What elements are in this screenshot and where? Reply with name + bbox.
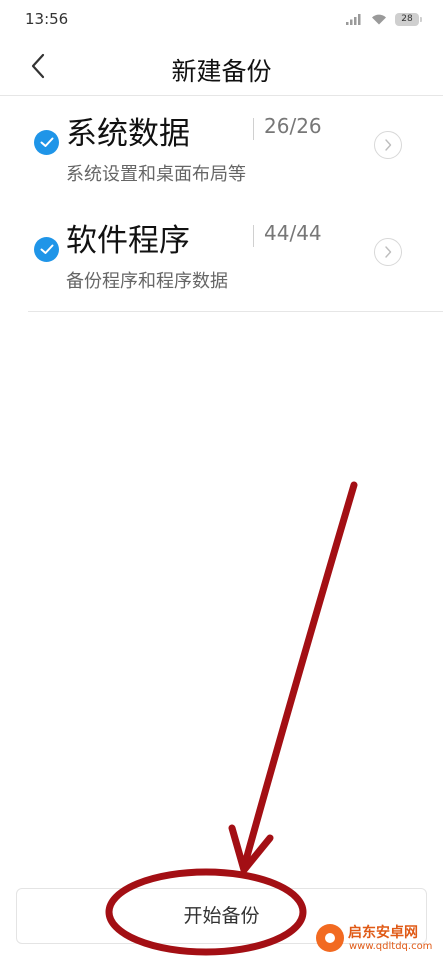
watermark-url: www.qdltdq.com xyxy=(349,941,433,952)
checkbox-checked-icon[interactable] xyxy=(34,130,59,155)
watermark: 启东安卓网 www.qdltdq.com xyxy=(316,922,442,956)
item-separator xyxy=(253,225,254,247)
backup-item-count: 44/44 xyxy=(264,221,322,245)
backup-item-name: 系统数据 xyxy=(66,116,190,152)
watermark-name: 启东安卓网 xyxy=(348,925,418,941)
status-time: 13:56 xyxy=(25,10,69,28)
chevron-right-icon[interactable] xyxy=(374,238,402,266)
backup-item-software[interactable]: 软件程序 44/44 备份程序和程序数据 xyxy=(28,205,443,311)
header-divider xyxy=(0,95,443,96)
checkbox-checked-icon[interactable] xyxy=(34,237,59,262)
list-divider xyxy=(28,311,443,312)
battery-icon: 28 xyxy=(395,12,422,26)
annotation-arrow xyxy=(242,481,358,864)
backup-item-description: 系统设置和桌面布局等 xyxy=(66,164,246,185)
annotation-arrowhead xyxy=(228,824,274,874)
backup-item-system-data[interactable]: 系统数据 26/26 系统设置和桌面布局等 xyxy=(28,98,443,204)
app-header: 新建备份 xyxy=(0,40,443,96)
wifi-icon xyxy=(371,10,387,29)
signal-icon xyxy=(346,10,363,29)
backup-item-count: 26/26 xyxy=(264,114,322,138)
status-icons: 28 xyxy=(346,10,422,29)
status-bar: 13:56 28 xyxy=(0,0,443,40)
item-separator xyxy=(253,118,254,140)
backup-item-description: 备份程序和程序数据 xyxy=(66,271,228,292)
watermark-logo-icon xyxy=(316,924,344,952)
chevron-right-icon[interactable] xyxy=(374,131,402,159)
backup-item-name: 软件程序 xyxy=(66,223,190,259)
page-title: 新建备份 xyxy=(171,57,272,86)
